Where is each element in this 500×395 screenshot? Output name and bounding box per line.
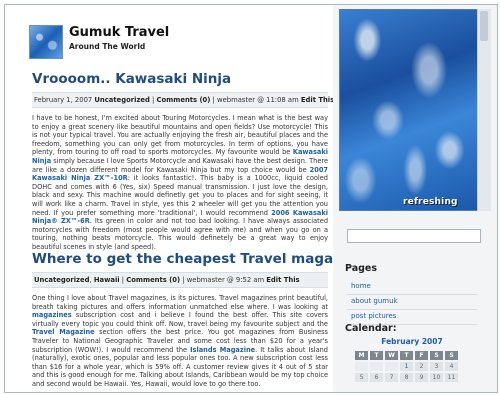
calendar-day: 6 <box>370 373 383 382</box>
post-kawasaki: Vroooom.. Kawasaki Ninja February 1, 200… <box>32 71 333 252</box>
calendar-day: 7 <box>385 373 398 382</box>
meta-separator: | <box>180 276 187 284</box>
search-input[interactable] <box>347 229 481 243</box>
post-text: One thing I love about Travel magazines,… <box>32 294 328 311</box>
post-category-link[interactable]: Hawaii <box>94 276 120 284</box>
post-category-link[interactable]: Uncategorized <box>94 96 149 104</box>
post-comments-link[interactable]: Comments (0) <box>157 96 211 104</box>
scrollbar-thumb[interactable] <box>480 11 488 41</box>
calendar-empty-day <box>370 362 383 371</box>
photo-caption: refreshing <box>403 197 458 207</box>
sidebar-scrollbar[interactable] <box>477 9 491 211</box>
weekday-header: M <box>355 351 368 360</box>
weekday-header: T <box>370 351 383 360</box>
calendar-day: 5 <box>355 373 368 382</box>
post-text: I have to be honest, I'm excited about T… <box>32 114 328 157</box>
site-title[interactable]: Gumuk Travel <box>69 25 169 40</box>
page-link-home[interactable]: home <box>347 280 477 295</box>
calendar-day: 3 <box>430 362 443 371</box>
main-content: Gumuk Travel Around The World Vroooom.. … <box>5 5 333 392</box>
pages-heading: Pages <box>345 263 378 274</box>
calendar-day[interactable]: 1 <box>400 362 413 371</box>
pages-list: home about gumuk post pictures <box>347 280 477 325</box>
weekday-header: F <box>415 351 428 360</box>
magazines-link[interactable]: magazines <box>32 311 72 319</box>
travel-magazine-link[interactable]: Travel Magazine <box>32 328 95 336</box>
post-author: webmaster @ 9:52 am <box>186 276 267 284</box>
post-text: subscription cost and i believe I found … <box>32 311 328 328</box>
site-logo[interactable] <box>29 25 63 59</box>
header-photo <box>339 9 478 211</box>
islands-magazine-link[interactable]: Islands Magazine <box>190 346 255 354</box>
page-frame: Gumuk Travel Around The World Vroooom.. … <box>4 4 498 393</box>
calendar-day: 11 <box>445 373 458 382</box>
calendar-empty-day <box>355 362 368 371</box>
post-category-link[interactable]: Uncategorized <box>34 276 89 284</box>
weekday-header: T <box>400 351 413 360</box>
weekday-header: W <box>385 351 398 360</box>
calendar-day: 4 <box>445 362 458 371</box>
post-text: simply because I love Sports Motorcycle … <box>32 156 328 174</box>
calendar-day: 9 <box>415 373 428 382</box>
sidebar: refreshing Pages home about gumuk post p… <box>335 5 497 392</box>
post-title[interactable]: Where to get the cheapest Travel magazin… <box>32 251 333 267</box>
weekday-header: S <box>430 351 443 360</box>
calendar-day: 8 <box>400 373 413 382</box>
site-header: Gumuk Travel Around The World <box>5 5 333 61</box>
calendar-table: M T W T F S S 1 2 3 4 5 6 7 8 9 10 11 <box>353 349 460 384</box>
post-date: February 1, 2007 <box>34 96 93 104</box>
post-comments-link[interactable]: Comments (0) <box>126 276 180 284</box>
meta-separator: | <box>149 96 157 104</box>
post-travel-magazines: Where to get the cheapest Travel magazin… <box>32 251 333 389</box>
post-meta: Uncategorized, Hawaii | Comments (0) | w… <box>32 272 328 288</box>
post-body: I have to be honest, I'm excited about T… <box>32 114 328 252</box>
edit-this-link[interactable]: Edit This <box>301 96 333 104</box>
post-meta: February 1, 2007 Uncategorized | Comment… <box>32 92 333 108</box>
calendar-month[interactable]: February 2007 <box>347 337 477 346</box>
calendar-day: 2 <box>415 362 428 371</box>
post-author: webmaster @ 11:08 am <box>217 96 301 104</box>
calendar-day: 10 <box>430 373 443 382</box>
site-tagline: Around The World <box>69 42 146 51</box>
edit-this-link[interactable]: Edit This <box>266 276 299 284</box>
post-body: One thing I love about Travel magazines,… <box>32 294 328 389</box>
page-link-about[interactable]: about gumuk <box>347 295 477 310</box>
calendar-empty-day <box>385 362 398 371</box>
calendar-heading: Calendar: <box>345 323 397 334</box>
post-title[interactable]: Vroooom.. Kawasaki Ninja <box>32 71 328 87</box>
weekday-header: S <box>445 351 458 360</box>
